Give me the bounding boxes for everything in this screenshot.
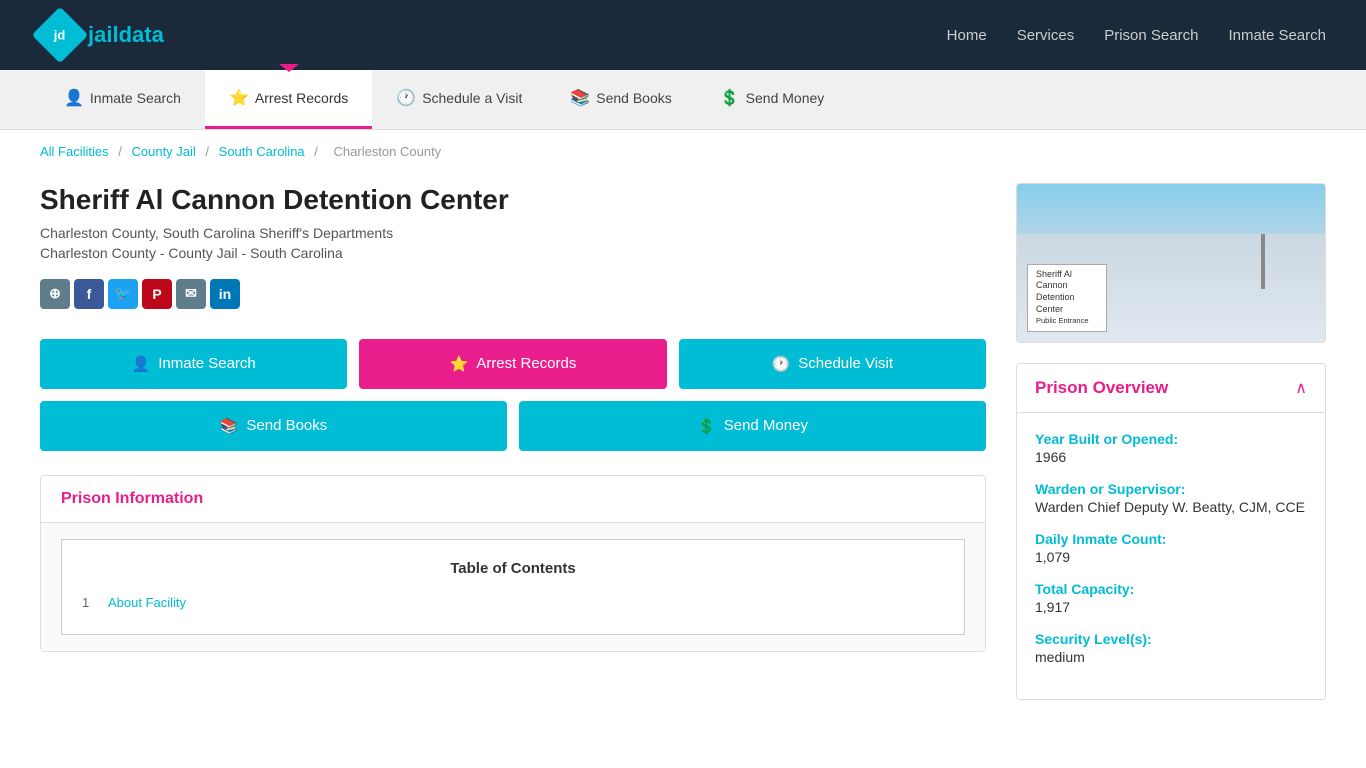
logo-jail: jail (88, 22, 119, 47)
schedule-visit-btn-icon: 🕐 (772, 355, 791, 373)
services-link[interactable]: Services (1017, 27, 1075, 44)
action-buttons-row2: 📚 Send Books 💲 Send Money (40, 401, 986, 451)
twitter-button[interactable]: 🐦 (108, 279, 138, 309)
schedule-visit-icon: 🕐 (396, 88, 416, 108)
overview-warden-value: Warden Chief Deputy W. Beatty, CJM, CCE (1035, 499, 1307, 515)
send-money-label: Send Money (746, 90, 825, 106)
overview-year-built: Year Built or Opened: 1966 (1035, 431, 1307, 465)
main-content: Sheriff Al Cannon Detention Center Charl… (0, 173, 1366, 730)
logo-data: data (119, 22, 164, 47)
logo-diamond: jd (32, 7, 89, 64)
send-books-label: Send Books (596, 90, 672, 106)
prison-search-link[interactable]: Prison Search (1104, 27, 1198, 44)
arrest-records-button[interactable]: ⭐ Arrest Records (359, 339, 666, 389)
share-button[interactable]: ⊕ (40, 279, 70, 309)
send-money-btn-label: Send Money (724, 417, 808, 434)
toc-item: 1 About Facility (82, 591, 944, 614)
overview-year-built-value: 1966 (1035, 449, 1307, 465)
email-button[interactable]: ✉ (176, 279, 206, 309)
overview-total-capacity-value: 1,917 (1035, 599, 1307, 615)
top-nav-links: Home Services Prison Search Inmate Searc… (947, 27, 1326, 44)
breadcrumb-sep3: / (314, 144, 321, 159)
send-money-btn-icon: 💲 (697, 417, 716, 435)
inmate-search-btn-icon: 👤 (132, 355, 151, 373)
logo-text: jailjaildatadata (88, 22, 164, 48)
prison-info-header: Prison Information (41, 476, 985, 523)
toc-num: 1 (82, 595, 98, 610)
arrest-records-btn-label: Arrest Records (476, 355, 576, 372)
pinterest-button[interactable]: P (142, 279, 172, 309)
overview-total-capacity: Total Capacity: 1,917 (1035, 581, 1307, 615)
overview-security-level-label: Security Level(s): (1035, 631, 1307, 647)
sec-nav-send-books[interactable]: 📚 Send Books (546, 70, 695, 129)
send-money-icon: 💲 (720, 88, 740, 108)
top-nav: jd jailjaildatadata Home Services Prison… (0, 0, 1366, 70)
action-buttons-row1: 👤 Inmate Search ⭐ Arrest Records 🕐 Sched… (40, 339, 986, 389)
prison-overview-title: Prison Overview (1035, 378, 1168, 398)
overview-security-level: Security Level(s): medium (1035, 631, 1307, 665)
send-money-button[interactable]: 💲 Send Money (519, 401, 986, 451)
inmate-search-label: Inmate Search (90, 90, 181, 106)
prison-overview-header[interactable]: Prison Overview ∧ (1017, 364, 1325, 413)
secondary-nav: 👤 Inmate Search ⭐ Arrest Records 🕐 Sched… (0, 70, 1366, 130)
overview-inmate-count: Daily Inmate Count: 1,079 (1035, 531, 1307, 565)
send-books-icon: 📚 (570, 88, 590, 108)
prison-info-box: Prison Information Table of Contents 1 A… (40, 475, 986, 652)
sec-nav-arrest-records[interactable]: ⭐ Arrest Records (205, 70, 372, 129)
content-left: Sheriff Al Cannon Detention Center Charl… (40, 183, 986, 700)
toc-about-facility[interactable]: About Facility (108, 595, 186, 610)
prison-info-header-label: Prison Information (61, 490, 203, 507)
inmate-search-icon: 👤 (64, 88, 84, 108)
facility-subtitle2: Charleston County - County Jail - South … (40, 245, 986, 261)
breadcrumb-sep2: / (205, 144, 212, 159)
facility-image: Sheriff Al CannonDetention CenterPublic … (1016, 183, 1326, 343)
overview-inmate-count-label: Daily Inmate Count: (1035, 531, 1307, 547)
prison-overview-card: Prison Overview ∧ Year Built or Opened: … (1016, 363, 1326, 700)
logo-initials: jd (54, 28, 66, 43)
breadcrumb-all-facilities[interactable]: All Facilities (40, 144, 109, 159)
facility-sign: Sheriff Al CannonDetention CenterPublic … (1027, 264, 1107, 332)
home-link[interactable]: Home (947, 27, 987, 44)
inmate-search-button[interactable]: 👤 Inmate Search (40, 339, 347, 389)
facility-subtitle1: Charleston County, South Carolina Sherif… (40, 225, 986, 241)
facebook-button[interactable]: f (74, 279, 104, 309)
toc-title: Table of Contents (82, 560, 944, 577)
sec-nav-schedule-visit[interactable]: 🕐 Schedule a Visit (372, 70, 546, 129)
linkedin-button[interactable]: in (210, 279, 240, 309)
breadcrumb-charleston-county: Charleston County (334, 144, 442, 159)
logo-area[interactable]: jd jailjaildatadata (40, 15, 164, 55)
breadcrumb: All Facilities / County Jail / South Car… (0, 130, 1366, 173)
arrest-records-label: Arrest Records (255, 90, 348, 106)
send-books-button[interactable]: 📚 Send Books (40, 401, 507, 451)
schedule-visit-label: Schedule a Visit (422, 90, 522, 106)
send-books-btn-label: Send Books (246, 417, 327, 434)
overview-year-built-label: Year Built or Opened: (1035, 431, 1307, 447)
schedule-visit-btn-label: Schedule Visit (798, 355, 893, 372)
prison-overview-body: Year Built or Opened: 1966 Warden or Sup… (1017, 413, 1325, 699)
sec-nav-inmate-search[interactable]: 👤 Inmate Search (40, 70, 205, 129)
social-icons: ⊕ f 🐦 P ✉ in (40, 279, 986, 309)
sec-nav-send-money[interactable]: 💲 Send Money (696, 70, 849, 129)
facility-title: Sheriff Al Cannon Detention Center (40, 183, 986, 217)
inmate-search-link[interactable]: Inmate Search (1228, 27, 1326, 44)
arrest-records-icon: ⭐ (229, 88, 249, 108)
arrest-records-btn-icon: ⭐ (450, 355, 469, 373)
overview-total-capacity-label: Total Capacity: (1035, 581, 1307, 597)
prison-info-content: Table of Contents 1 About Facility (41, 523, 985, 651)
breadcrumb-sep1: / (118, 144, 125, 159)
breadcrumb-south-carolina[interactable]: South Carolina (219, 144, 305, 159)
chevron-up-icon: ∧ (1295, 378, 1307, 398)
breadcrumb-county-jail[interactable]: County Jail (131, 144, 195, 159)
overview-warden: Warden or Supervisor: Warden Chief Deput… (1035, 481, 1307, 515)
overview-security-level-value: medium (1035, 649, 1307, 665)
schedule-visit-button[interactable]: 🕐 Schedule Visit (679, 339, 986, 389)
content-right: Sheriff Al CannonDetention CenterPublic … (1016, 183, 1326, 700)
send-books-btn-icon: 📚 (220, 417, 239, 435)
overview-inmate-count-value: 1,079 (1035, 549, 1307, 565)
overview-warden-label: Warden or Supervisor: (1035, 481, 1307, 497)
inmate-search-btn-label: Inmate Search (158, 355, 256, 372)
